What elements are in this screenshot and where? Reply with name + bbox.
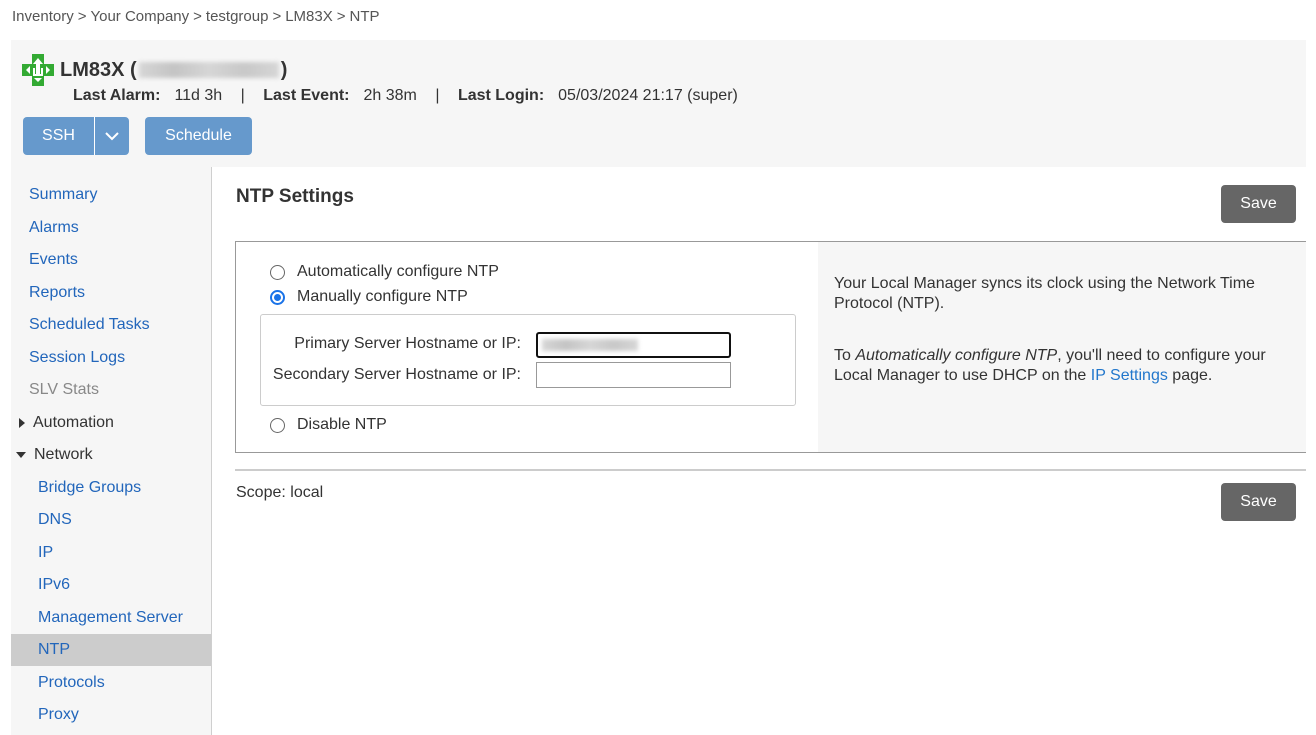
sidebar: Summary Alarms Events Reports Scheduled … bbox=[11, 167, 212, 735]
sidebar-item-management-server[interactable]: Management Server bbox=[11, 602, 211, 634]
ntp-settings-panel: Automatically configure NTP Manually con… bbox=[235, 241, 1306, 453]
sidebar-group-label: Network bbox=[34, 446, 93, 463]
option-auto-label: Automatically configure NTP bbox=[297, 263, 499, 280]
secondary-server-input[interactable] bbox=[536, 362, 731, 388]
device-logo-icon bbox=[22, 54, 54, 86]
ssh-split-button: SSH bbox=[23, 117, 129, 155]
stats-divider: | bbox=[435, 87, 440, 104]
breadcrumb-device[interactable]: LM83X bbox=[285, 8, 333, 25]
sidebar-item-ipv6[interactable]: IPv6 bbox=[11, 569, 211, 601]
ssh-button[interactable]: SSH bbox=[23, 117, 95, 155]
sidebar-item-summary[interactable]: Summary bbox=[11, 179, 211, 211]
breadcrumb-separator: > bbox=[193, 8, 202, 25]
breadcrumb: Inventory > Your Company > testgroup > LM83X > N… bbox=[12, 8, 380, 25]
ip-settings-link[interactable]: IP Settings bbox=[1091, 367, 1168, 384]
help-panel: Your Local Manager syncs its clock using… bbox=[818, 242, 1306, 452]
sidebar-item-dns[interactable]: DNS bbox=[11, 504, 211, 536]
save-button-top[interactable]: Save bbox=[1221, 185, 1296, 223]
sidebar-group-label: Automation bbox=[33, 414, 114, 431]
device-actions: SSH Schedule bbox=[23, 117, 252, 155]
stats-divider: | bbox=[240, 87, 245, 104]
radio-auto[interactable] bbox=[270, 264, 285, 280]
help-text-2: To Automatically configure NTP, you'll n… bbox=[834, 346, 1290, 386]
device-ip-close-paren: ) bbox=[280, 58, 288, 81]
breadcrumb-separator: > bbox=[336, 8, 346, 25]
sidebar-item-ntp[interactable]: NTP bbox=[11, 634, 211, 666]
help-text-1: Your Local Manager syncs its clock using… bbox=[834, 275, 1255, 312]
option-disable[interactable]: Disable NTP bbox=[270, 416, 387, 434]
sidebar-group-automation[interactable]: Automation bbox=[11, 407, 211, 439]
sidebar-item-events[interactable]: Events bbox=[11, 244, 211, 276]
sidebar-item-session-logs[interactable]: Session Logs bbox=[11, 342, 211, 374]
breadcrumb-current: NTP bbox=[349, 8, 380, 25]
sidebar-item-slv-stats: SLV Stats bbox=[29, 381, 99, 398]
device-stats: Last Alarm: 11d 3h | Last Event: 2h 38m | … bbox=[73, 87, 738, 105]
device-ip-redacted bbox=[138, 62, 279, 78]
option-manual[interactable]: Manually configure NTP bbox=[270, 288, 468, 306]
sidebar-item-bridge-groups[interactable]: Bridge Groups bbox=[11, 472, 211, 504]
chevron-down-icon bbox=[105, 131, 119, 140]
option-manual-label: Manually configure NTP bbox=[297, 288, 468, 305]
manual-server-fieldset: Primary Server Hostname or IP: Secondary… bbox=[260, 314, 796, 406]
sidebar-item-reports[interactable]: Reports bbox=[11, 277, 211, 309]
primary-server-label: Primary Server Hostname or IP: bbox=[294, 335, 521, 352]
last-event-value: 2h 38m bbox=[363, 87, 417, 104]
primary-server-input[interactable] bbox=[536, 332, 731, 358]
device-header: LM83X ( ) Last Alarm: 11d 3h | Last Event… bbox=[11, 40, 1306, 167]
page-title: NTP Settings bbox=[236, 186, 354, 207]
sidebar-item-scheduled-tasks[interactable]: Scheduled Tasks bbox=[11, 309, 211, 341]
breadcrumb-company[interactable]: Your Company bbox=[90, 8, 189, 25]
option-auto[interactable]: Automatically configure NTP bbox=[270, 263, 499, 281]
last-login-value: 05/03/2024 21:17 (super) bbox=[558, 87, 738, 104]
breadcrumb-group[interactable]: testgroup bbox=[206, 8, 269, 25]
schedule-button[interactable]: Schedule bbox=[145, 117, 252, 155]
secondary-server-label: Secondary Server Hostname or IP: bbox=[272, 366, 521, 383]
sidebar-item-proxy[interactable]: Proxy bbox=[11, 699, 211, 731]
ssh-dropdown-button[interactable] bbox=[95, 117, 129, 155]
breadcrumb-separator: > bbox=[77, 8, 87, 25]
primary-server-value-redacted bbox=[542, 339, 638, 351]
option-disable-label: Disable NTP bbox=[297, 416, 387, 433]
last-event-label: Last Event: bbox=[263, 87, 350, 104]
last-alarm-value: 11d 3h bbox=[174, 87, 223, 104]
last-alarm-label: Last Alarm: bbox=[73, 87, 161, 104]
device-title: LM83X ( ) bbox=[22, 54, 287, 86]
divider bbox=[235, 469, 1306, 471]
sidebar-item-protocols[interactable]: Protocols bbox=[11, 667, 211, 699]
sidebar-group-network[interactable]: Network bbox=[11, 439, 211, 471]
breadcrumb-separator: > bbox=[272, 8, 282, 25]
sidebar-item-ip[interactable]: IP bbox=[11, 537, 211, 569]
breadcrumb-inventory[interactable]: Inventory bbox=[12, 8, 74, 25]
help-text-prefix: To bbox=[834, 347, 856, 364]
save-button-bottom[interactable]: Save bbox=[1221, 483, 1296, 521]
last-login-label: Last Login: bbox=[457, 87, 545, 104]
caret-right-icon bbox=[19, 418, 25, 428]
help-text-suffix: page. bbox=[1167, 367, 1213, 384]
help-text-italic: Automatically configure NTP bbox=[855, 347, 1058, 364]
scope-text: Scope: local bbox=[236, 484, 324, 501]
device-name: LM83X bbox=[60, 58, 125, 81]
sidebar-item-alarms[interactable]: Alarms bbox=[11, 212, 211, 244]
caret-down-icon bbox=[16, 452, 26, 458]
device-ip-open-paren: ( bbox=[124, 58, 137, 81]
radio-disable[interactable] bbox=[270, 417, 285, 433]
radio-manual[interactable] bbox=[270, 289, 285, 305]
